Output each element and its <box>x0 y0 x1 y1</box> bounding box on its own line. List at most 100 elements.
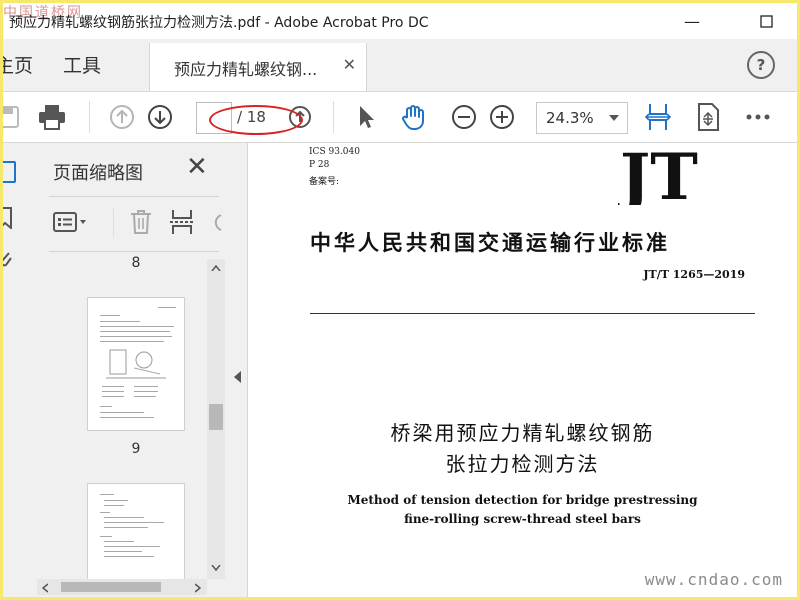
minus-circle-icon <box>452 105 476 129</box>
thumbnail-text-line <box>104 505 124 506</box>
chevron-down-icon <box>609 115 619 121</box>
close-tab-icon[interactable]: ✕ <box>343 55 356 74</box>
page-thumbnails-panel: 页面缩略图 ✕ 8 9 <box>31 143 227 597</box>
fit-width-button[interactable] <box>641 100 675 134</box>
panel-collapse-strip[interactable] <box>227 143 248 597</box>
page-thumbnails-icon[interactable] <box>3 161 17 183</box>
panel-separator <box>113 209 114 237</box>
help-button[interactable]: ? <box>747 51 775 79</box>
scroll-left-icon[interactable] <box>42 583 48 593</box>
maximize-icon <box>759 14 773 28</box>
thumbnail-label: 9 <box>131 441 141 457</box>
thumbnails-horizontal-scrollbar[interactable] <box>37 579 207 595</box>
save-icon <box>3 106 19 128</box>
arrow-up-circle-icon <box>110 105 134 129</box>
plus-circle-icon <box>490 105 514 129</box>
zoom-in-button[interactable] <box>485 100 519 134</box>
document-tab[interactable]: 预应力精轧螺纹钢... ✕ <box>149 43 367 91</box>
more-dots-icon <box>746 114 770 120</box>
red-annotation-oval <box>209 105 303 135</box>
thumbnail-text-line <box>100 336 172 337</box>
thumbnail-text-line <box>134 386 158 387</box>
thumbnail-text-line <box>104 522 164 523</box>
chinese-title-line-1: 桥梁用预应力精轧螺纹钢筋 <box>390 421 655 445</box>
thumbnail-text-line <box>100 315 120 316</box>
minimize-icon: — <box>684 11 700 31</box>
page-thumbnail[interactable] <box>87 483 185 584</box>
fit-page-button[interactable] <box>691 100 725 134</box>
thumbnail-text-line <box>100 326 174 327</box>
horizontal-scroll-thumb[interactable] <box>61 582 161 592</box>
split-icon <box>170 210 194 234</box>
previous-page-button[interactable] <box>105 100 139 134</box>
fit-page-icon <box>698 103 719 131</box>
navigation-rail <box>3 143 32 597</box>
document-tab-label: 预应力精轧螺纹钢... <box>174 60 318 79</box>
delete-page-button[interactable] <box>129 205 153 239</box>
thumbnail-text-line <box>100 412 144 413</box>
thumbnail-text-line <box>100 321 140 322</box>
thumbnail-text-line <box>100 494 114 495</box>
home-tab[interactable]: 主页 <box>3 51 33 78</box>
thumbnail-text-line <box>102 396 124 397</box>
next-page-button[interactable] <box>143 100 177 134</box>
thumbnail-text-line <box>102 391 124 392</box>
thumbnail-text-line <box>100 406 112 407</box>
jt-standard-logo: JT <box>618 149 698 205</box>
hand-tool-button[interactable] <box>397 100 431 134</box>
select-tool-button[interactable] <box>349 100 383 134</box>
tools-tab[interactable]: 工具 <box>63 51 101 78</box>
more-tools-button[interactable] <box>741 100 775 134</box>
thumbnail-text-line <box>100 417 154 418</box>
scroll-up-icon[interactable] <box>211 265 221 271</box>
page-thumbnail[interactable] <box>87 297 185 431</box>
watermark-bottom-right: www.cndao.com <box>644 570 783 589</box>
window-title: 预应力精轧螺纹钢筋张拉力检测方法.pdf - Adobe Acrobat Pro… <box>9 15 429 31</box>
trash-icon <box>131 210 151 234</box>
maximize-button[interactable] <box>743 3 789 39</box>
rotate-page-button[interactable] <box>209 205 223 239</box>
rotate-icon <box>214 214 222 231</box>
collapse-left-icon[interactable] <box>234 371 241 383</box>
thumbnail-text-line <box>134 391 158 392</box>
thumbnail-text-line <box>104 500 128 501</box>
english-title-line-2: fine-rolling screw-thread steel bars <box>404 512 641 526</box>
thumbnail-figure <box>106 349 166 379</box>
minimize-button[interactable]: — <box>669 3 715 39</box>
english-title-line-1: Method of tension detection for bridge p… <box>347 493 698 507</box>
thumbnail-text-line <box>100 341 164 342</box>
attachment-icon[interactable] <box>3 247 13 271</box>
bookmark-icon[interactable] <box>3 207 13 229</box>
jt-logo-text: JT <box>618 149 698 205</box>
thumbnail-text-line <box>102 386 124 387</box>
hand-icon <box>402 105 424 130</box>
panel-divider <box>49 251 219 252</box>
scroll-down-icon[interactable] <box>211 565 221 571</box>
close-panel-icon[interactable]: ✕ <box>186 152 208 182</box>
thumbnail-text-line <box>104 551 142 552</box>
acrobat-window: 中国道桥网 预应力精轧螺纹钢筋张拉力检测方法.pdf - Adobe Acrob… <box>3 3 797 597</box>
zoom-level-select[interactable]: 24.3% <box>536 102 628 134</box>
thumbnail-label: 8 <box>131 255 141 271</box>
vertical-scroll-thumb[interactable] <box>209 404 223 430</box>
thumbnail-text-line <box>104 546 160 547</box>
thumbnails-vertical-scrollbar[interactable] <box>207 259 225 579</box>
panel-divider <box>49 196 219 197</box>
class-code: P 28 <box>309 160 330 170</box>
thumbnail-text-line <box>104 527 148 528</box>
chinese-title-line-2: 张拉力检测方法 <box>445 452 600 476</box>
cursor-arrow-icon <box>360 106 374 128</box>
thumbnail-options-button[interactable] <box>53 205 89 239</box>
menu-bar: 主页 工具 预应力精轧螺纹钢... ✕ ? <box>3 39 797 92</box>
zoom-level-value: 24.3% <box>546 109 594 127</box>
scroll-right-icon[interactable] <box>195 583 201 593</box>
print-button[interactable] <box>35 100 69 134</box>
document-view[interactable]: ICS 93.040 P 28 备案号: JT 中华人民共和国交通运输行业标准 … <box>248 143 797 597</box>
printer-icon <box>39 105 65 130</box>
split-page-button[interactable] <box>169 205 195 239</box>
thumbnail-text-line <box>104 541 134 542</box>
filing-number-label: 备案号: <box>309 177 340 187</box>
save-button[interactable] <box>3 100 25 134</box>
thumbnail-text-line <box>134 396 156 397</box>
zoom-out-button[interactable] <box>447 100 481 134</box>
